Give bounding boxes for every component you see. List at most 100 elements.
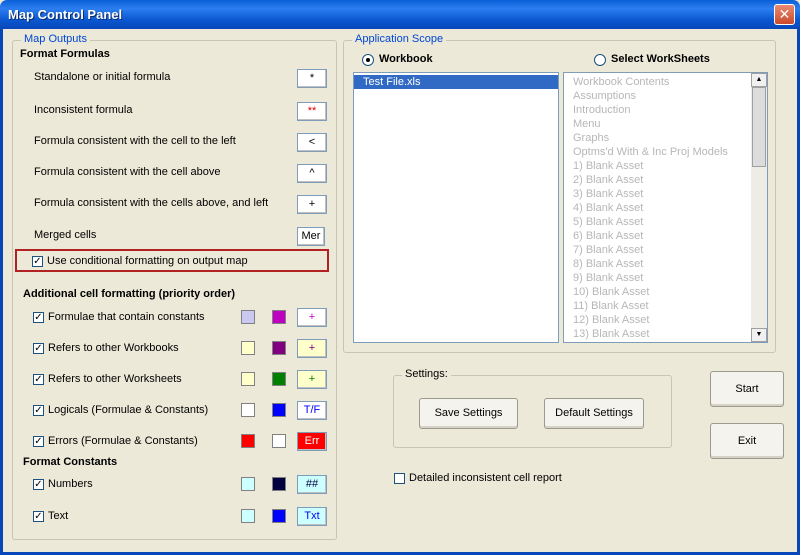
worksheet-list-item[interactable]: Menu	[564, 117, 751, 131]
worksheet-list-item[interactable]: 13) Blank Asset	[564, 327, 751, 341]
fill-color-swatch[interactable]	[241, 434, 255, 448]
formula-format-symbol: **	[307, 105, 317, 117]
detailed-report-checkbox[interactable]	[394, 473, 405, 484]
worksheet-scrollbar[interactable]: ▲ ▼	[751, 73, 767, 342]
worksheet-list-item[interactable]: 1) Blank Asset	[564, 159, 751, 173]
select-worksheets-radio[interactable]	[594, 54, 606, 66]
format-sample-button[interactable]: Err	[297, 432, 327, 451]
worksheet-list-item[interactable]: 3) Blank Asset	[564, 187, 751, 201]
worksheet-list-item[interactable]: 6) Blank Asset	[564, 229, 751, 243]
font-color-swatch[interactable]	[272, 310, 286, 324]
format-sample-button[interactable]: ##	[297, 475, 327, 494]
default-settings-label: Default Settings	[555, 407, 633, 419]
additional-formatting-heading: Additional cell formatting (priority ord…	[23, 288, 236, 300]
formula-format-symbol: +	[308, 198, 316, 210]
worksheet-list-item[interactable]: 8) Blank Asset	[564, 257, 751, 271]
format-sample-button[interactable]: +	[297, 370, 327, 389]
save-settings-label: Save Settings	[434, 407, 503, 419]
format-sample-button[interactable]: T/F	[297, 401, 327, 420]
title-bar: Map Control Panel ✕	[0, 0, 800, 29]
sheet-list: Workbook Contents Assumptions Introduction…	[564, 75, 751, 341]
format-checkbox[interactable]: ✓	[33, 374, 44, 385]
format-row-label: Errors (Formulae & Constants)	[48, 435, 198, 447]
worksheet-listbox[interactable]: Workbook Contents Assumptions Introduction…	[563, 72, 768, 343]
worksheet-list-item[interactable]: 12) Blank Asset	[564, 313, 751, 327]
formula-row-label: Formula consistent with the cell above	[34, 166, 221, 178]
format-checkbox[interactable]: ✓	[33, 436, 44, 447]
window-title: Map Control Panel	[8, 7, 123, 22]
format-row-label: Formulae that contain constants	[48, 311, 205, 323]
fill-color-swatch[interactable]	[241, 341, 255, 355]
default-settings-button[interactable]: Default Settings	[544, 398, 644, 429]
workbook-radio-label: Workbook	[379, 53, 433, 65]
font-color-swatch[interactable]	[272, 372, 286, 386]
format-checkbox[interactable]: ✓	[33, 405, 44, 416]
font-color-swatch[interactable]	[272, 403, 286, 417]
fill-color-swatch[interactable]	[241, 509, 255, 523]
worksheet-list-item[interactable]: 7) Blank Asset	[564, 243, 751, 257]
worksheet-list-item[interactable]: 2) Blank Asset	[564, 173, 751, 187]
format-checkbox[interactable]: ✓	[33, 479, 44, 490]
scroll-up-button[interactable]: ▲	[751, 73, 767, 87]
exit-label: Exit	[737, 435, 757, 447]
format-row-label: Numbers	[48, 478, 93, 490]
fill-color-swatch[interactable]	[241, 403, 255, 417]
format-checkbox[interactable]: ✓	[33, 511, 44, 522]
formula-format-button[interactable]: Mer	[297, 227, 325, 246]
worksheet-list-item[interactable]: Assumptions	[564, 89, 751, 103]
font-color-swatch[interactable]	[272, 477, 286, 491]
worksheet-list-item[interactable]: 4) Blank Asset	[564, 201, 751, 215]
worksheet-list-item[interactable]: 10) Blank Asset	[564, 285, 751, 299]
formula-format-symbol: *	[309, 72, 315, 84]
format-row-label: Logicals (Formulae & Constants)	[48, 404, 209, 416]
worksheet-list-item[interactable]: Graphs	[564, 131, 751, 145]
formula-format-button[interactable]: <	[297, 133, 327, 152]
formula-format-button[interactable]: **	[297, 102, 327, 121]
format-formulas-heading: Format Formulas	[20, 48, 110, 60]
formula-format-symbol: <	[308, 136, 316, 148]
formula-row-label: Merged cells	[34, 229, 97, 241]
worksheet-list-item[interactable]: Introduction	[564, 103, 751, 117]
workbook-listbox[interactable]: Test File.xls	[353, 72, 559, 343]
save-settings-button[interactable]: Save Settings	[419, 398, 518, 429]
worksheet-list-item[interactable]: Workbook Contents	[564, 75, 751, 89]
scroll-thumb[interactable]	[752, 87, 766, 167]
conditional-formatting-checkbox[interactable]: ✓	[32, 256, 43, 267]
scroll-down-button[interactable]: ▼	[751, 328, 767, 342]
format-row-label: Text	[48, 510, 69, 522]
fill-color-swatch[interactable]	[241, 372, 255, 386]
formula-format-button[interactable]: ^	[297, 164, 327, 183]
font-color-swatch[interactable]	[272, 341, 286, 355]
font-color-swatch[interactable]	[272, 434, 286, 448]
fill-color-swatch[interactable]	[241, 477, 255, 491]
formula-row-label: Formula consistent with the cells above,…	[34, 197, 269, 209]
conditional-formatting-label: Use conditional formatting on output map	[47, 255, 248, 267]
formula-format-button[interactable]: *	[297, 69, 327, 88]
scroll-up-icon: ▲	[755, 76, 763, 83]
scroll-down-icon: ▼	[755, 331, 763, 338]
formula-format-symbol: Mer	[301, 230, 321, 242]
worksheet-list-item[interactable]: 9) Blank Asset	[564, 271, 751, 285]
worksheet-list-item[interactable]: 5) Blank Asset	[564, 215, 751, 229]
close-icon: ✕	[778, 6, 791, 22]
format-sample-button[interactable]: Txt	[297, 507, 327, 526]
format-checkbox[interactable]: ✓	[33, 343, 44, 354]
file-list-item[interactable]: Test File.xls	[354, 75, 558, 89]
formula-format-button[interactable]: +	[297, 195, 327, 214]
workbook-radio[interactable]	[362, 54, 374, 66]
worksheet-list-item[interactable]: Optms'd With & Inc Proj Models	[564, 145, 751, 159]
start-button[interactable]: Start	[710, 371, 784, 407]
font-color-swatch[interactable]	[272, 509, 286, 523]
format-checkbox[interactable]: ✓	[33, 312, 44, 323]
map-outputs-legend: Map Outputs	[21, 33, 90, 45]
detailed-report-label: Detailed inconsistent cell report	[409, 472, 562, 484]
exit-button[interactable]: Exit	[710, 423, 784, 459]
format-sample-button[interactable]: +	[297, 308, 327, 327]
format-row-label: Refers to other Worksheets	[48, 373, 182, 385]
select-worksheets-label: Select WorkSheets	[611, 53, 710, 65]
format-sample-button[interactable]: +	[297, 339, 327, 358]
close-button[interactable]: ✕	[774, 4, 795, 25]
fill-color-swatch[interactable]	[241, 310, 255, 324]
format-constants-heading: Format Constants	[23, 456, 118, 468]
worksheet-list-item[interactable]: 11) Blank Asset	[564, 299, 751, 313]
